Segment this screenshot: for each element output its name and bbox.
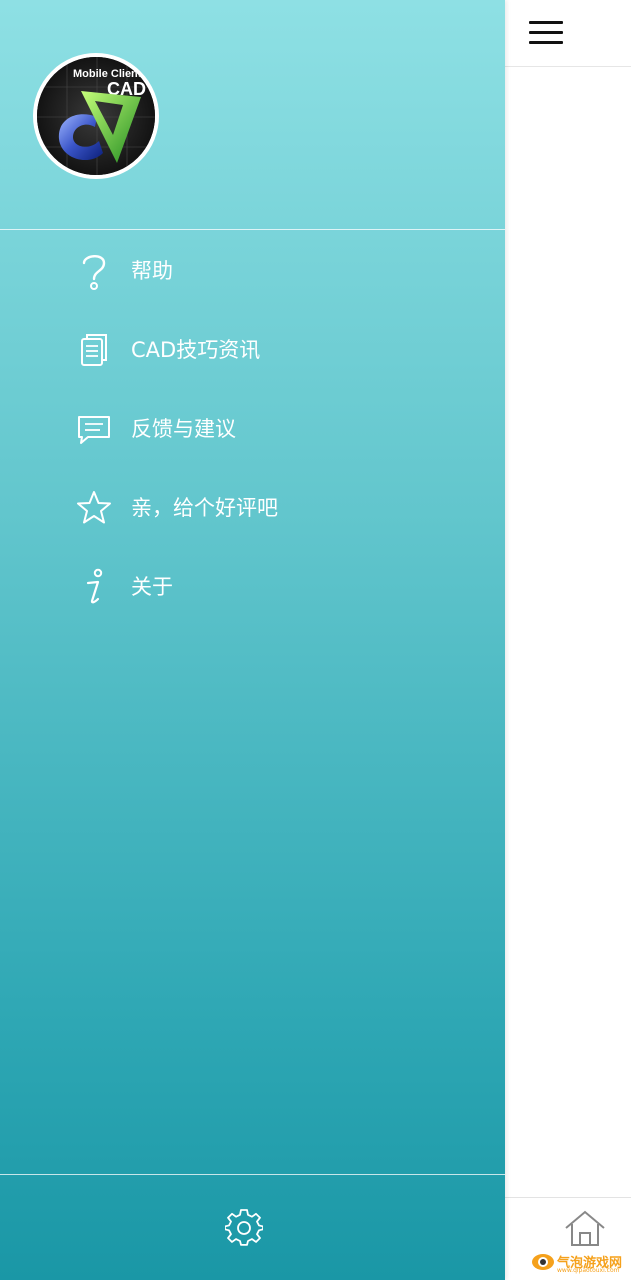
info-icon bbox=[86, 568, 103, 604]
app-logo-avatar[interactable]: Mobile Client CAD bbox=[33, 53, 159, 179]
bottom-bar: 气泡游戏网 www.qipaotouxi.com bbox=[505, 1197, 631, 1280]
watermark-eye-icon bbox=[532, 1254, 554, 1270]
star-icon bbox=[77, 491, 111, 524]
top-bar bbox=[505, 0, 631, 67]
cad-logo-icon: Mobile Client CAD bbox=[37, 57, 155, 175]
menu-item-cad-tips[interactable]: CAD技巧资讯 bbox=[0, 311, 505, 390]
app-screen: 气泡游戏网 www.qipaotouxi.com Mobile Client C… bbox=[0, 0, 631, 1280]
navigation-drawer: Mobile Client CAD 帮助 CAD技巧资讯 反馈与建议 亲，给个好… bbox=[0, 0, 505, 1280]
watermark-subtext: www.qipaotouxi.com bbox=[557, 1267, 620, 1274]
hamburger-menu-icon[interactable] bbox=[529, 20, 563, 46]
menu-item-label: 反馈与建议 bbox=[131, 417, 236, 441]
drawer-footer bbox=[0, 1174, 505, 1280]
menu-item-label: CAD技巧资讯 bbox=[131, 338, 261, 362]
drawer-header: Mobile Client CAD bbox=[0, 0, 505, 230]
menu-item-help[interactable]: 帮助 bbox=[0, 232, 505, 311]
chat-bubble-icon bbox=[78, 416, 110, 444]
menu-item-about[interactable]: 关于 bbox=[0, 548, 505, 627]
menu-item-label: 关于 bbox=[131, 575, 173, 599]
menu-item-label: 帮助 bbox=[131, 259, 173, 283]
main-content-panel: 气泡游戏网 www.qipaotouxi.com bbox=[505, 0, 631, 1280]
document-icon bbox=[81, 334, 107, 366]
menu-item-label: 亲，给个好评吧 bbox=[131, 496, 278, 520]
menu-item-rate[interactable]: 亲，给个好评吧 bbox=[0, 469, 505, 548]
menu-item-feedback[interactable]: 反馈与建议 bbox=[0, 390, 505, 469]
gear-icon[interactable] bbox=[225, 1209, 263, 1247]
question-mark-icon bbox=[82, 255, 106, 290]
home-icon[interactable] bbox=[563, 1208, 607, 1248]
watermark: 气泡游戏网 www.qipaotouxi.com bbox=[529, 1250, 629, 1276]
